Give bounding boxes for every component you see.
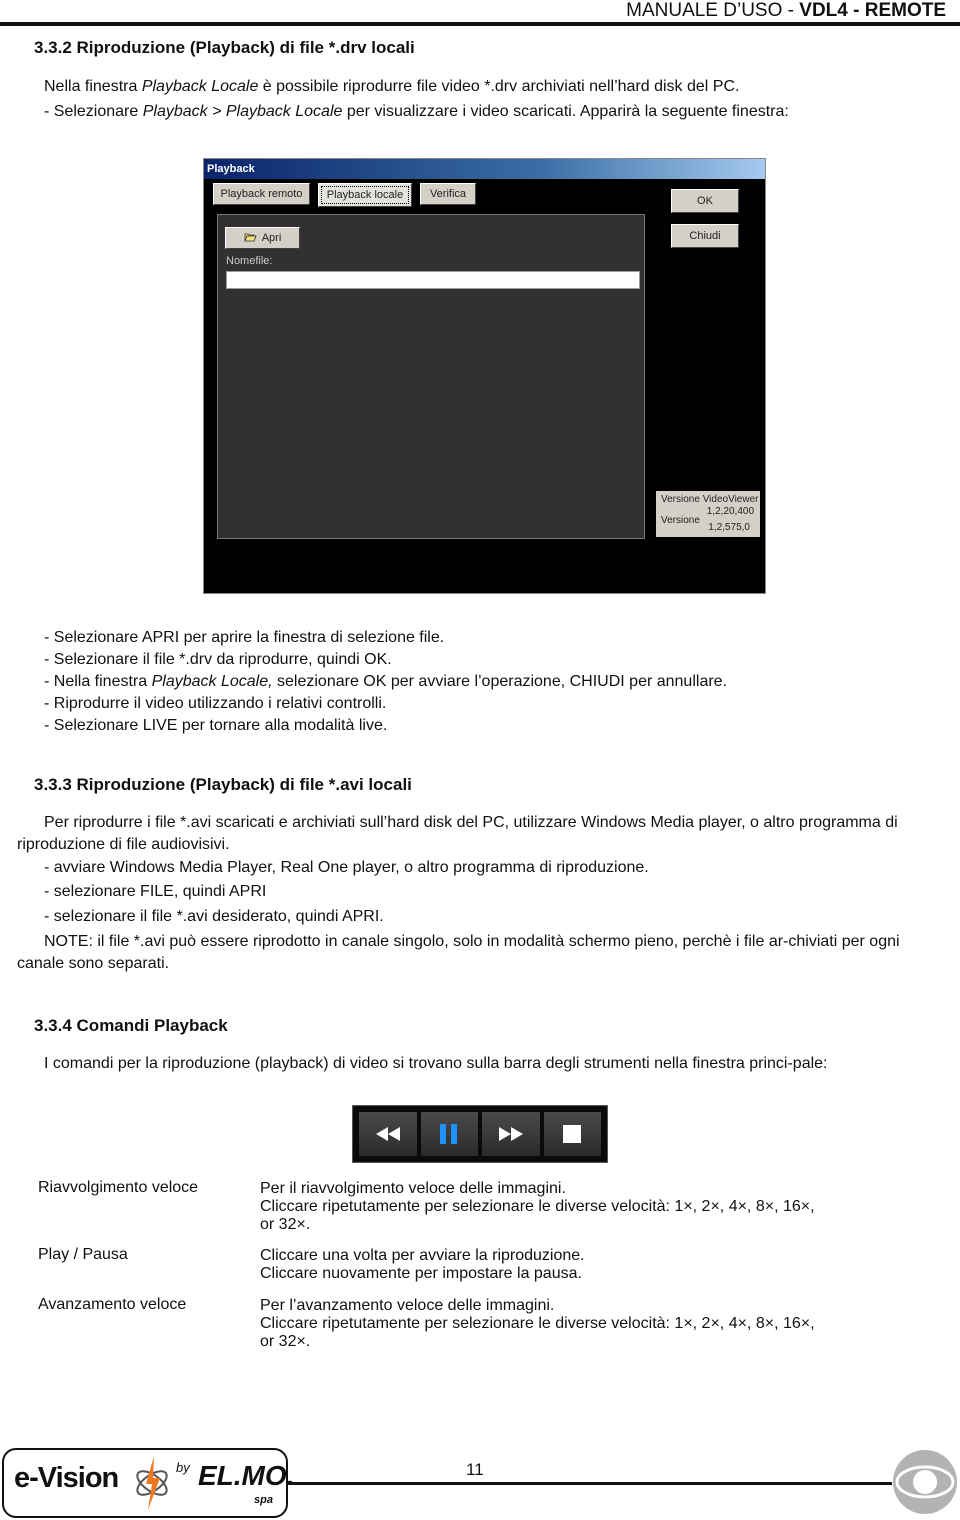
tab-playback-remoto[interactable]: Playback remoto <box>213 183 310 205</box>
playback-toolbar <box>352 1105 608 1163</box>
command-description: Per il riavvolgimento veloce delle immag… <box>260 1180 815 1234</box>
filename-input[interactable] <box>226 271 640 289</box>
company-logo: e-Vision by EL.MO. spa <box>2 1448 294 1518</box>
ok-button[interactable]: OK <box>671 189 739 213</box>
description-line: Cliccare ripetutamente per selezionare l… <box>260 1198 815 1215</box>
logo-brand: e-Vision <box>14 1462 119 1494</box>
tab-verifica[interactable]: Verifica <box>420 183 476 205</box>
section-332-intro: Nella finestra Playback Locale è possibi… <box>44 76 739 98</box>
step-text: - Selezionare <box>44 103 143 120</box>
stop-icon <box>563 1125 582 1143</box>
dialog-title-bar: Playback <box>204 159 765 179</box>
rewind-button[interactable] <box>359 1112 417 1156</box>
intro-italic: Playback Locale <box>141 78 259 95</box>
step-item: - selezionare FILE, quindi APRI <box>44 883 267 900</box>
logo-spa: spa <box>254 1494 273 1506</box>
tab-playback-locale[interactable]: Playback locale <box>318 183 412 207</box>
fast-forward-icon <box>498 1127 523 1141</box>
version-info: Versione VideoViewer 1,2,20,400 Versione… <box>656 491 760 537</box>
description-line: Cliccare una volta per avviare la riprod… <box>260 1247 585 1264</box>
description-line: Cliccare ripetutamente per selezionare l… <box>260 1315 815 1332</box>
close-button[interactable]: Chiudi <box>671 224 739 248</box>
footer-rule <box>288 1482 892 1485</box>
manual-label: MANUALE D’USO - <box>626 0 800 21</box>
filename-label: Nomefile: <box>226 255 273 267</box>
playback-dialog: Playback Playback remoto Playback locale… <box>203 158 766 594</box>
running-header: MANUALE D’USO - VDL4 - REMOTE <box>626 0 946 22</box>
eye-logo-icon <box>893 1450 957 1514</box>
section-334-intro: I comandi per la riproduzione (playback)… <box>44 1055 828 1072</box>
section-332-step-menu: - Selezionare Playback > Playback Locale… <box>44 101 789 123</box>
command-label: Riavvolgimento veloce <box>38 1179 199 1196</box>
description-line: Cliccare nuovamente per impostare la pau… <box>260 1265 582 1282</box>
pause-icon <box>440 1124 458 1144</box>
description-line: Per il riavvolgimento veloce delle immag… <box>260 1180 566 1197</box>
step-item: - Nella finestra Playback Locale, selezi… <box>44 671 727 693</box>
step-text: - Nella finestra <box>44 673 152 690</box>
description-line: or 32×. <box>260 1216 311 1233</box>
local-playback-panel: Apri Nomefile: <box>217 214 645 539</box>
stop-button[interactable] <box>543 1112 601 1156</box>
product-label: VDL4 - REMOTE <box>799 0 946 21</box>
section-332-title: 3.3.2 Riproduzione (Playback) di file *.… <box>34 38 415 57</box>
version-viewer-value: 1,2,20,400 <box>706 506 754 517</box>
fast-forward-button[interactable] <box>482 1112 540 1156</box>
logo-company: EL.MO. <box>198 1460 295 1491</box>
open-button[interactable]: Apri <box>225 227 300 249</box>
section-333-note: NOTE: il file *.avi può essere riprodott… <box>17 933 900 972</box>
step-italic: Playback Locale, <box>151 673 273 690</box>
pause-button[interactable] <box>420 1112 478 1156</box>
intro-text: Nella finestra <box>44 78 142 95</box>
rewind-icon <box>375 1127 400 1141</box>
command-label: Avanzamento veloce <box>38 1296 187 1313</box>
step-item: - selezionare il file *.avi desiderato, … <box>44 908 384 925</box>
header-rule <box>0 22 960 26</box>
open-label: Apri <box>261 232 282 244</box>
command-description: Per l’avanzamento veloce delle immagini.… <box>260 1297 815 1351</box>
section-333-intro: Per riprodurre i file *.avi scaricati e … <box>17 814 898 853</box>
version-value: 1,2,575,0 <box>708 522 750 533</box>
description-line: Per l’avanzamento veloce delle immagini. <box>260 1297 555 1314</box>
page-number: 11 <box>466 1460 484 1479</box>
description-line: or 32×. <box>260 1333 311 1350</box>
step-item: - Riprodurre il video utilizzando i rela… <box>44 695 387 712</box>
version-viewer-label: Versione VideoViewer <box>661 494 759 505</box>
folder-icon <box>244 232 257 245</box>
step-item: - Selezionare APRI per aprire la finestr… <box>44 629 445 646</box>
intro-text-post: è possibile riprodurre file video *.drv … <box>258 78 740 95</box>
step-item: - Selezionare LIVE per tornare alla moda… <box>44 717 388 734</box>
logo-atom-icon <box>132 1454 172 1517</box>
section-334-title: 3.3.4 Comandi Playback <box>34 1016 228 1035</box>
logo-by: by <box>176 1460 190 1475</box>
version-label: Versione <box>661 515 700 526</box>
command-description: Cliccare una volta per avviare la riprod… <box>260 1247 585 1283</box>
section-333-title: 3.3.3 Riproduzione (Playback) di file *.… <box>34 775 412 794</box>
step-italic: Playback > Playback Locale <box>142 103 343 120</box>
step-item: - Selezionare il file *.drv da riprodurr… <box>44 651 392 668</box>
step-text-post: per visualizzare i video scaricati. Appa… <box>342 103 789 120</box>
step-item: - avviare Windows Media Player, Real One… <box>44 859 649 876</box>
command-label: Play / Pausa <box>38 1246 128 1263</box>
step-text-post: selezionare OK per avviare l’operazione,… <box>272 673 728 690</box>
